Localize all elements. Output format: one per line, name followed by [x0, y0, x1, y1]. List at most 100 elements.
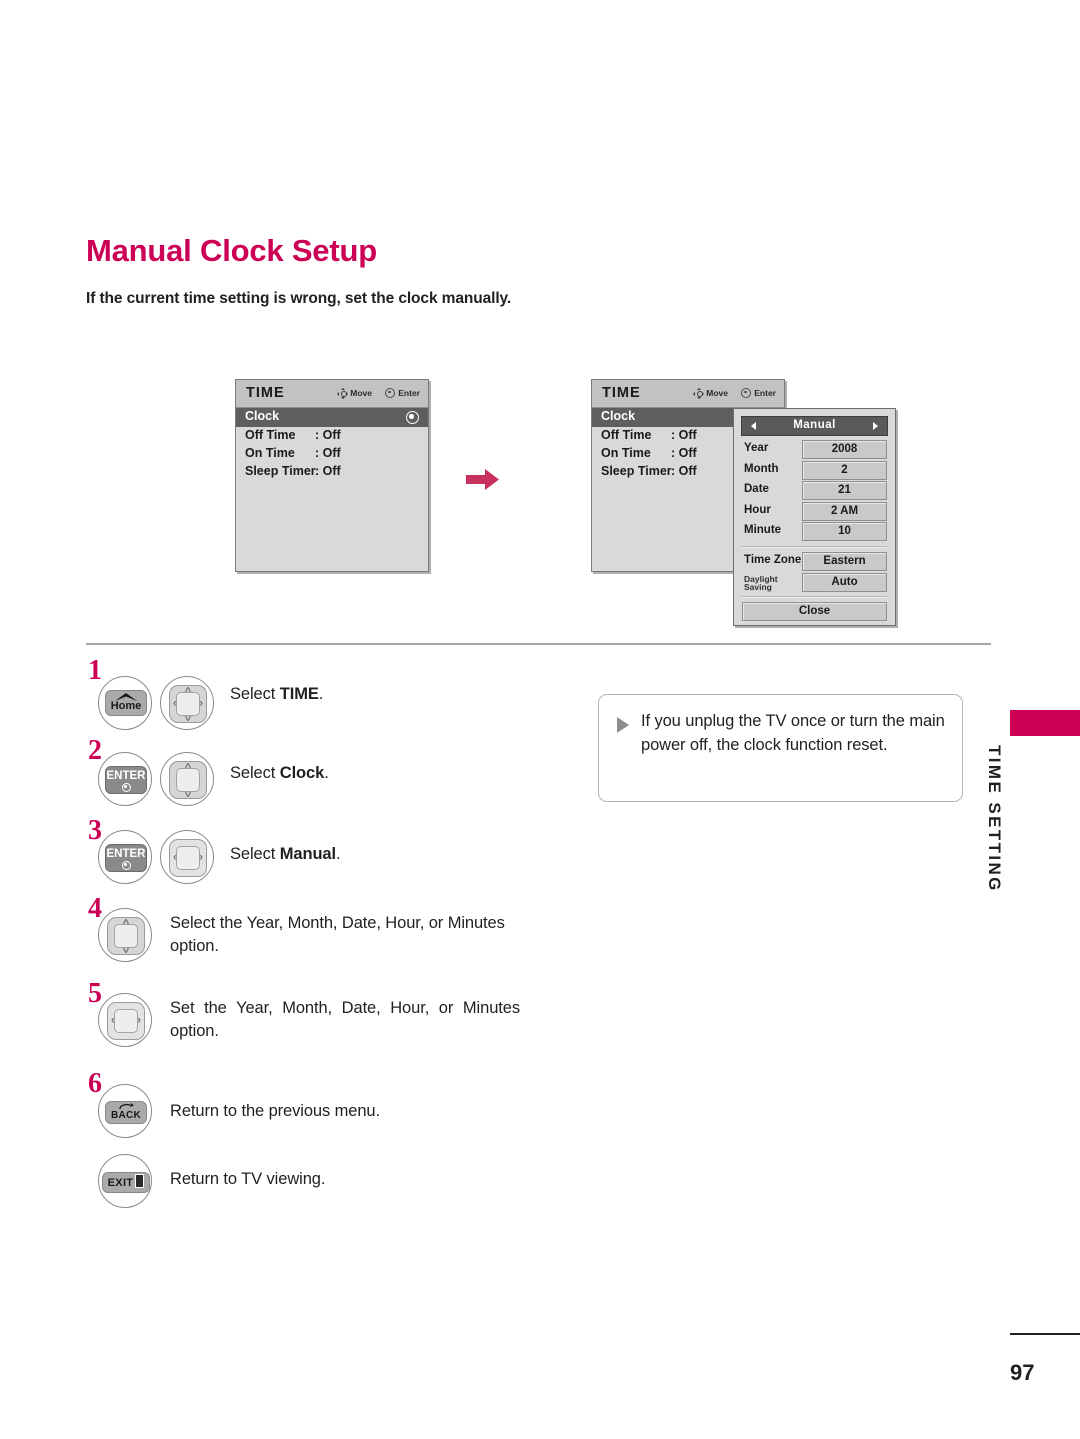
remote-button-home[interactable]: Home: [98, 676, 152, 730]
dpad-key[interactable]: ^ ^ ‹ ›: [169, 685, 207, 723]
back-key-label: BACK: [110, 1110, 142, 1121]
exit-key-label: EXIT: [107, 1177, 134, 1189]
chevron-up-icon[interactable]: ^: [123, 919, 129, 930]
osd-panel-time-before: TIME Move Enter Clock Off Time : Off On …: [235, 379, 429, 572]
remote-button-dpad-4[interactable]: ^ ^: [98, 908, 152, 962]
chevron-left-icon[interactable]: ‹: [111, 1015, 115, 1027]
remote-button-enter-2[interactable]: ENTER: [98, 830, 152, 884]
manual-page: Manual Clock Setup If the current time s…: [0, 0, 1080, 1439]
dpad-key-horizontal[interactable]: ‹ ›: [107, 1002, 145, 1040]
back-key[interactable]: BACK: [105, 1101, 147, 1124]
osd-hint-move: Move: [693, 387, 728, 399]
osd-hint-enter-label: Enter: [754, 388, 776, 398]
enter-dot-icon: [121, 861, 131, 870]
home-key[interactable]: Home: [105, 690, 147, 716]
remote-button-dpad-5[interactable]: ‹ ›: [98, 993, 152, 1047]
field-value[interactable]: 2: [802, 460, 887, 480]
step-text-tail: .: [318, 685, 324, 703]
osd-row-sleep-timer[interactable]: Sleep Timer : Off: [236, 463, 428, 481]
field-value[interactable]: 2 AM: [802, 501, 887, 521]
osd-row-label: Sleep Timer: [601, 464, 672, 478]
chevron-down-icon[interactable]: ^: [185, 786, 191, 798]
note-text: If you unplug the TV once or turn the ma…: [641, 712, 945, 754]
field-label: Year: [744, 442, 769, 454]
field-daylight-saving[interactable]: Daylight Saving Auto: [741, 572, 888, 594]
chevron-up-icon[interactable]: ^: [185, 763, 191, 774]
exit-door-icon: [135, 1174, 145, 1188]
chevron-up-icon[interactable]: ^: [185, 687, 191, 698]
osd-row-label: On Time: [601, 446, 651, 460]
step-text-tail: .: [324, 764, 329, 782]
remote-button-back[interactable]: BACK: [98, 1084, 152, 1138]
step-number-1: 1: [88, 655, 102, 686]
field-label: Daylight Saving: [744, 574, 778, 593]
page-number: 97: [1010, 1360, 1035, 1385]
step-text-6: Return to the previous menu.: [170, 1102, 380, 1120]
field-value[interactable]: 10: [802, 522, 887, 542]
step-number-6: 6: [88, 1068, 102, 1099]
field-minute[interactable]: Minute 10: [741, 522, 888, 543]
field-value[interactable]: 2008: [802, 440, 887, 459]
selected-radio-icon: [406, 411, 419, 424]
remote-button-dpad-3[interactable]: ‹ ›: [160, 830, 214, 884]
step-text-exit: Return to TV viewing.: [170, 1170, 326, 1188]
divider: [742, 596, 887, 599]
next-arrow-icon[interactable]: [873, 422, 878, 430]
chevron-right-icon[interactable]: ›: [199, 852, 203, 864]
enter-key[interactable]: ENTER: [105, 766, 147, 794]
osd-row-label: Sleep Timer: [245, 464, 316, 478]
field-hour[interactable]: Hour 2 AM: [741, 501, 888, 523]
chevron-down-icon[interactable]: ^: [185, 710, 191, 722]
step-number-2: 2: [88, 735, 102, 766]
osd-row-on-time[interactable]: On Time : Off: [236, 445, 428, 463]
field-label: Minute: [744, 524, 782, 537]
remote-button-dpad-2[interactable]: ^ ^: [160, 752, 214, 806]
close-button[interactable]: Close: [742, 602, 887, 622]
chevron-right-icon[interactable]: ›: [199, 698, 203, 710]
dpad-key-horizontal[interactable]: ‹ ›: [169, 839, 207, 877]
step-number-3: 3: [88, 815, 102, 846]
field-date[interactable]: Date 21: [741, 481, 888, 502]
field-time-zone[interactable]: Time Zone Eastern: [741, 551, 888, 573]
field-month[interactable]: Month 2: [741, 460, 888, 482]
osd-row-value: : Off: [671, 464, 697, 478]
enter-dot-icon: [741, 388, 752, 398]
chevron-down-icon[interactable]: ^: [123, 942, 129, 954]
note-bullet-arrow-icon: [617, 717, 629, 733]
osd-row-label: Clock: [601, 409, 636, 423]
osd-title: TIME: [602, 385, 641, 401]
dpad-center[interactable]: [176, 846, 200, 870]
footer-rule: [1010, 1333, 1080, 1335]
remote-button-dpad-1[interactable]: ^ ^ ‹ ›: [160, 676, 214, 730]
chevron-left-icon[interactable]: ‹: [173, 698, 177, 710]
field-value[interactable]: 21: [802, 481, 887, 501]
osd-hint-move-label: Move: [706, 388, 728, 398]
chevron-right-icon[interactable]: ›: [137, 1015, 141, 1027]
enter-key[interactable]: ENTER: [105, 844, 147, 872]
field-value[interactable]: Auto: [802, 572, 887, 592]
step-text-bold: Manual: [279, 845, 336, 863]
osd-row-off-time[interactable]: Off Time : Off: [236, 427, 428, 445]
dpad-center[interactable]: [114, 1009, 138, 1033]
osd-row-label: Off Time: [245, 428, 296, 442]
remote-button-exit[interactable]: EXIT: [98, 1154, 152, 1208]
remote-button-enter-1[interactable]: ENTER: [98, 752, 152, 806]
step-text-5: Set the Year, Month, Date, Hour, or Minu…: [170, 999, 520, 1040]
page-subtitle: If the current time setting is wrong, se…: [86, 290, 512, 307]
field-value[interactable]: Eastern: [802, 551, 887, 571]
osd-row-clock[interactable]: Clock: [236, 408, 428, 427]
dpad-key-vertical[interactable]: ^ ^: [169, 761, 207, 799]
osd-body: Clock Off Time : Off On Time : Off Sleep…: [236, 408, 428, 481]
back-arrow-icon: [119, 1103, 134, 1110]
manual-dialog-header: Manual: [741, 416, 888, 436]
page-title: Manual Clock Setup: [86, 233, 377, 268]
chevron-left-icon[interactable]: ‹: [173, 852, 177, 864]
enter-key-label: ENTER: [106, 848, 146, 860]
osd-row-value: : Off: [671, 428, 697, 442]
note-box: If you unplug the TV once or turn the ma…: [598, 694, 963, 802]
field-year[interactable]: Year 2008: [741, 440, 888, 461]
field-label-line2: Saving: [744, 582, 772, 593]
exit-key[interactable]: EXIT: [102, 1172, 150, 1193]
dpad-key-vertical[interactable]: ^ ^: [107, 917, 145, 955]
step-text-plain: Select: [230, 685, 280, 703]
